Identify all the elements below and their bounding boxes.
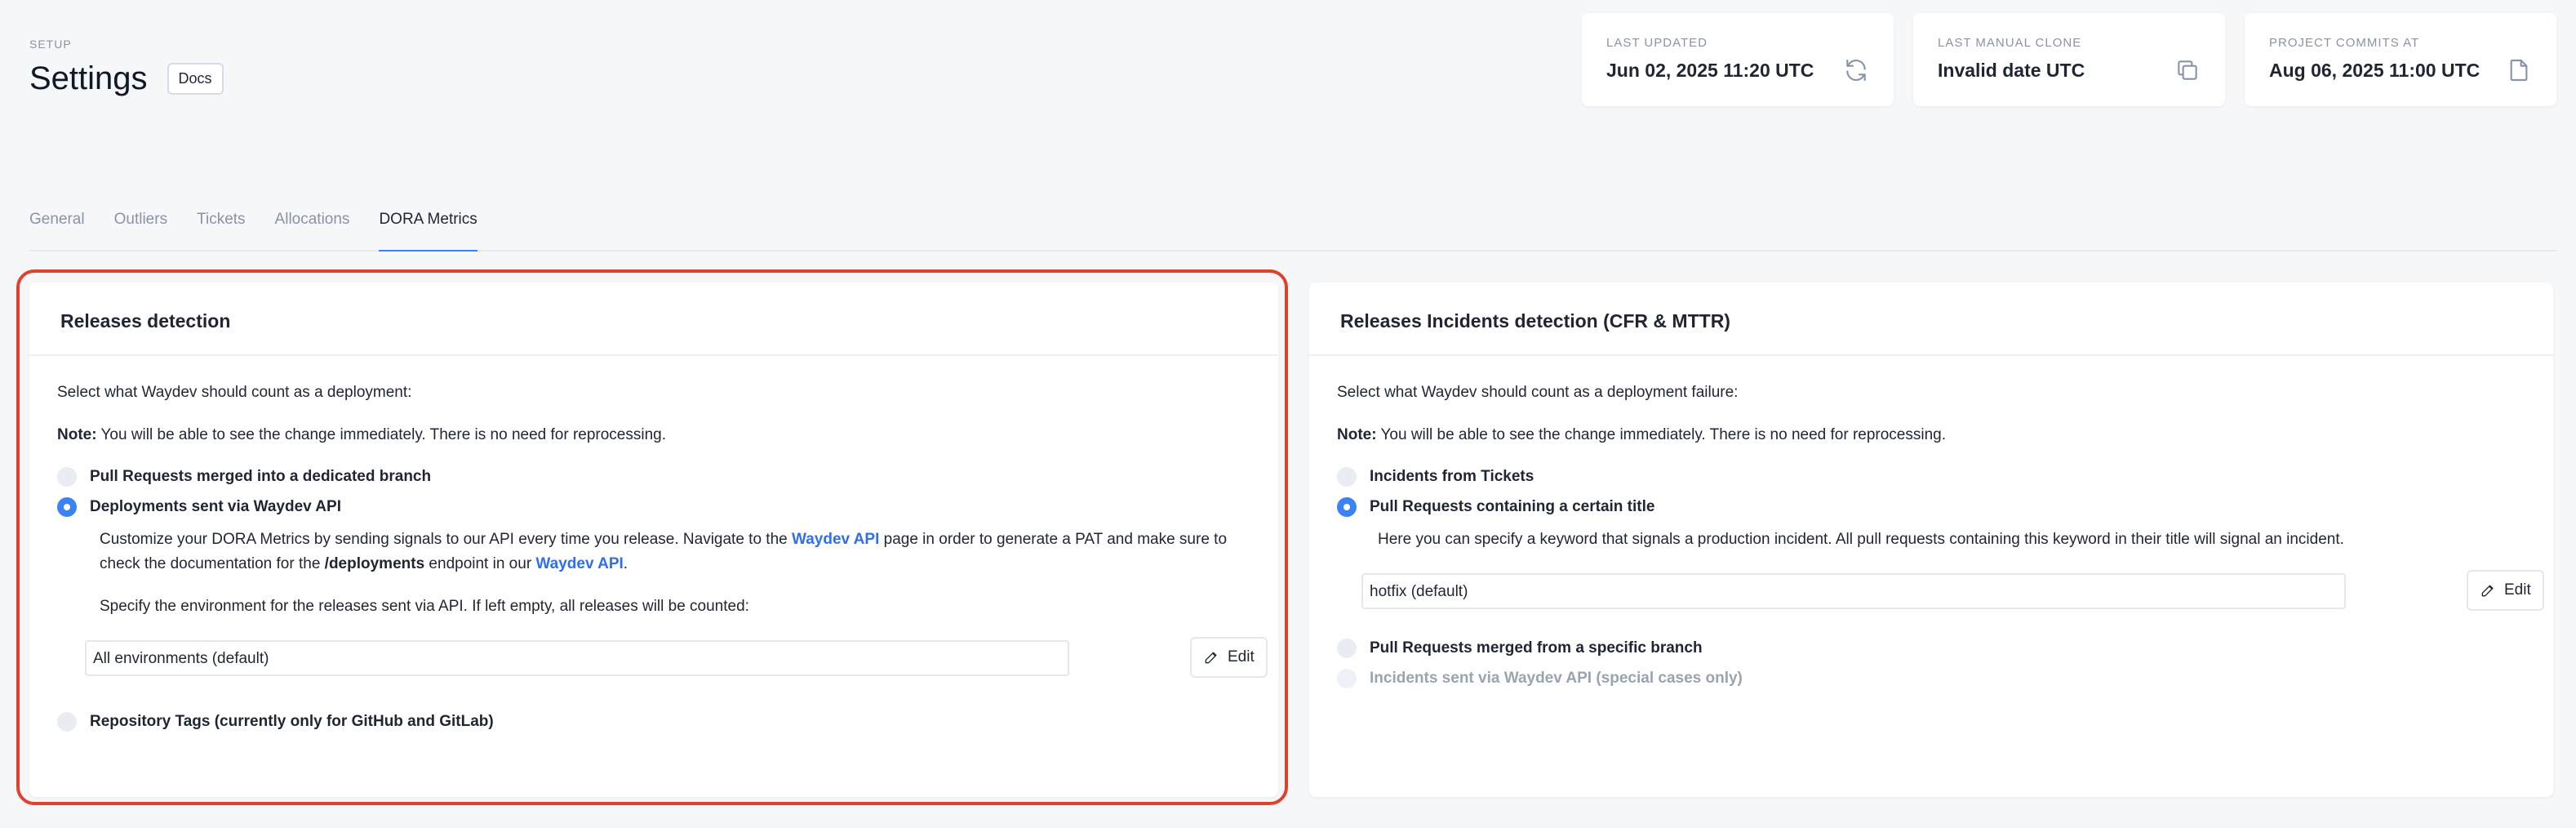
option-pr-dedicated-branch[interactable]: Pull Requests merged into a dedicated br…	[57, 467, 431, 487]
option-label: Incidents sent via Waydev API (special c…	[1370, 670, 1743, 687]
panel-title: Releases Incidents detection (CFR & MTTR…	[1340, 310, 1730, 332]
stat-value: Aug 06, 2025 11:00 UTC	[2269, 60, 2481, 81]
option-incidents-tickets[interactable]: Incidents from Tickets	[1337, 467, 1534, 487]
radio-button[interactable]	[57, 712, 77, 732]
radio-button-disabled	[1337, 669, 1357, 688]
stat-label: LAST UPDATED	[1606, 36, 1708, 50]
radio-button[interactable]	[1337, 467, 1357, 487]
note-label: Note:	[1337, 426, 1377, 443]
option-label: Pull Requests merged from a specific bra…	[1370, 639, 1703, 657]
option-label: Pull Requests containing a certain title	[1370, 498, 1655, 515]
stat-label: PROJECT COMMITS AT	[2269, 36, 2420, 50]
desc-text: Customize your DORA Metrics by sending s…	[100, 531, 792, 548]
option-deployments-api[interactable]: Deployments sent via Waydev API	[57, 497, 341, 517]
tab-general[interactable]: General	[29, 206, 85, 252]
project-commits-card: PROJECT COMMITS AT Aug 06, 2025 11:00 UT…	[2245, 13, 2556, 106]
radio-button[interactable]	[57, 467, 77, 487]
pencil-icon	[1205, 652, 1217, 664]
desc-text: page in order to generate a PAT and make…	[879, 531, 1228, 548]
environment-input[interactable]: All environments (default)	[85, 640, 1069, 676]
stat-value: Invalid date UTC	[1938, 60, 2085, 81]
env-description: Specify the environment for the releases…	[100, 598, 749, 615]
note-body: You will be able to see the change immed…	[96, 426, 667, 443]
document-icon[interactable]	[2506, 57, 2532, 83]
option-label: Incidents from Tickets	[1370, 468, 1534, 485]
radio-button[interactable]	[1337, 639, 1357, 658]
waydev-api-link[interactable]: Waydev API	[535, 555, 623, 572]
option-label: Deployments sent via Waydev API	[90, 498, 341, 515]
releases-detection-panel: Releases detection Select what Waydev sh…	[29, 283, 1278, 797]
stat-value: Jun 02, 2025 11:20 UTC	[1606, 60, 1814, 81]
panel-title: Releases detection	[60, 310, 231, 332]
option-label: Repository Tags (currently only for GitH…	[90, 713, 494, 730]
title-keyword-description: Here you can specify a keyword that sign…	[1378, 531, 2344, 548]
panel-header: Releases Incidents detection (CFR & MTTR…	[1309, 283, 2553, 356]
option-label: Pull Requests merged into a dedicated br…	[90, 468, 432, 485]
panel-header: Releases detection	[29, 283, 1278, 356]
note-text: Note: You will be able to see the change…	[1337, 426, 1946, 444]
page-header: SETUP Settings Docs	[29, 38, 224, 97]
desc-text: endpoint in our	[424, 555, 536, 572]
desc-text: .	[623, 555, 628, 572]
tab-outliers[interactable]: Outliers	[114, 206, 167, 252]
edit-environment-button[interactable]: Edit	[1190, 637, 1268, 678]
stat-cards: LAST UPDATED Jun 02, 2025 11:20 UTC LAST…	[1582, 13, 2556, 106]
edit-label: Edit	[2504, 581, 2531, 599]
edit-keyword-button[interactable]: Edit	[2467, 570, 2544, 611]
breadcrumb: SETUP	[29, 38, 72, 51]
option-repository-tags[interactable]: Repository Tags (currently only for GitH…	[57, 712, 494, 732]
waydev-api-link[interactable]: Waydev API	[792, 531, 879, 548]
last-updated-card: LAST UPDATED Jun 02, 2025 11:20 UTC	[1582, 13, 1894, 106]
tab-allocations[interactable]: Allocations	[275, 206, 350, 252]
page-title: Settings	[29, 60, 148, 96]
last-manual-clone-card: LAST MANUAL CLONE Invalid date UTC	[1913, 13, 2225, 106]
tab-tickets[interactable]: Tickets	[197, 206, 245, 252]
tab-dora-metrics[interactable]: DORA Metrics	[379, 206, 477, 252]
edit-label: Edit	[1228, 648, 1255, 666]
note-text: Note: You will be able to see the change…	[57, 426, 666, 444]
radio-button-selected[interactable]	[1337, 497, 1357, 517]
api-description: Customize your DORA Metrics by sending s…	[100, 528, 1259, 576]
option-pr-title[interactable]: Pull Requests containing a certain title	[1337, 497, 1654, 517]
refresh-icon[interactable]	[1843, 57, 1869, 83]
docs-button[interactable]: Docs	[167, 63, 224, 95]
desc-text: check the documentation for the	[100, 555, 325, 572]
keyword-input[interactable]: hotfix (default)	[1361, 573, 2346, 609]
option-incidents-api: Incidents sent via Waydev API (special c…	[1337, 669, 1743, 688]
pencil-icon	[2481, 585, 2494, 597]
incidents-detection-panel: Releases Incidents detection (CFR & MTTR…	[1309, 283, 2553, 797]
stat-label: LAST MANUAL CLONE	[1938, 36, 2082, 50]
settings-tabs: General Outliers Tickets Allocations DOR…	[29, 206, 2556, 252]
note-label: Note:	[57, 426, 97, 443]
copy-icon[interactable]	[2174, 57, 2201, 83]
radio-button-selected[interactable]	[57, 497, 77, 517]
endpoint-name: /deployments	[324, 555, 425, 572]
intro-text: Select what Waydev should count as a dep…	[57, 384, 412, 401]
title-row: Settings Docs	[29, 60, 224, 97]
option-pr-specific-branch[interactable]: Pull Requests merged from a specific bra…	[1337, 639, 1703, 658]
intro-text: Select what Waydev should count as a dep…	[1337, 384, 1739, 401]
note-body: You will be able to see the change immed…	[1376, 426, 1947, 443]
